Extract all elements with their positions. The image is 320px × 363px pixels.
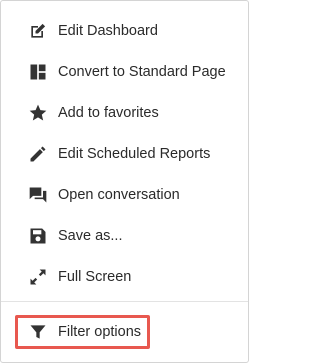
menu-item-label: Open conversation [58, 187, 180, 203]
save-floppy-icon [27, 225, 49, 247]
menu-item-label: Edit Scheduled Reports [58, 146, 211, 162]
menu-item-label: Full Screen [58, 269, 132, 285]
menu-item-label: Edit Dashboard [58, 23, 158, 39]
menu-item-edit-scheduled-reports[interactable]: Edit Scheduled Reports [1, 134, 248, 174]
menu-divider [1, 301, 248, 302]
context-menu: Edit Dashboard Convert to Standard Page … [0, 0, 249, 363]
edit-square-icon [27, 20, 49, 42]
menu-item-label: Convert to Standard Page [58, 64, 226, 80]
menu-item-add-favorites[interactable]: Add to favorites [1, 93, 248, 133]
menu-item-label: Filter options [58, 324, 142, 340]
pencil-icon [27, 143, 49, 165]
menu-item-save-as[interactable]: Save as... [1, 216, 248, 256]
dashboard-layout-icon [27, 61, 49, 83]
menu-item-edit-dashboard[interactable]: Edit Dashboard [1, 11, 248, 51]
filter-funnel-icon [27, 321, 49, 343]
menu-item-full-screen[interactable]: Full Screen [1, 257, 248, 297]
star-icon [27, 102, 49, 124]
expand-arrows-icon [27, 266, 49, 288]
menu-item-label: Add to favorites [58, 105, 159, 121]
menu-item-label: Save as... [58, 228, 123, 244]
menu-item-filter-options[interactable]: Filter options [1, 312, 248, 352]
menu-item-convert-standard-page[interactable]: Convert to Standard Page [1, 52, 248, 92]
menu-item-open-conversation[interactable]: Open conversation [1, 175, 248, 215]
chat-bubbles-icon [27, 184, 49, 206]
